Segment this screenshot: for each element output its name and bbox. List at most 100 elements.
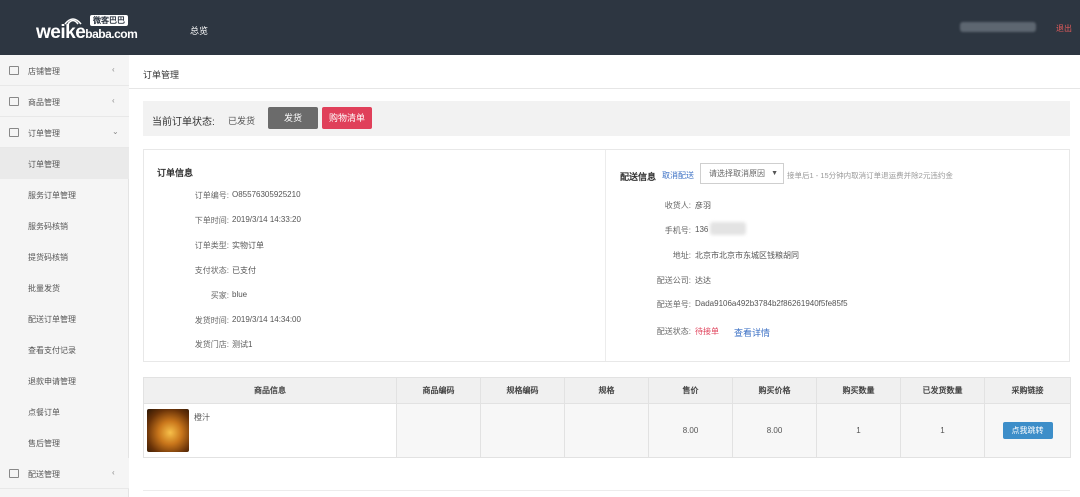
delivery-info-value: 136: [695, 225, 709, 234]
cancel-delivery-link[interactable]: 取消配送: [662, 170, 694, 181]
sidebar-item[interactable]: 售后管理: [0, 427, 129, 458]
caret-down-icon: ▼: [771, 170, 778, 177]
sidebar-item-label: 批量发货: [28, 284, 60, 293]
delivery-info-value: 北京市北京市东城区钱粮胡同: [695, 251, 799, 260]
order-info-key: 发货时间:: [194, 316, 229, 325]
delivery-info-value: 待接单: [695, 327, 719, 336]
jump-button[interactable]: 点我跳转: [1002, 422, 1053, 439]
order-info-value: blue: [232, 290, 248, 299]
page-title: 订单管理: [143, 70, 180, 80]
store-icon: [9, 66, 19, 75]
order-info-value: O85576305925210: [232, 190, 301, 199]
delivery-info-key: 配送公司:: [656, 276, 691, 285]
sidebar-item-label: 售后管理: [28, 439, 60, 448]
user-name-blurred: [960, 22, 1036, 32]
delivery-info-key: 收货人:: [664, 201, 691, 210]
column-header: 商品编码: [396, 377, 481, 404]
delivery-info-heading: 配送信息: [620, 172, 657, 182]
cancel-reason-select[interactable]: 请选择取消原因 ▼: [700, 163, 784, 184]
sidebar-item[interactable]: 查看支付记录: [0, 334, 129, 365]
sidebar-item-label: 订单管理: [28, 129, 60, 138]
order-info-value: 实物订单: [232, 241, 264, 250]
order-info-key: 订单类型:: [194, 241, 229, 250]
delivery-info-key: 配送状态:: [656, 327, 691, 336]
table-cell-spec-code: [480, 403, 565, 458]
cancel-hint: 接单后1 - 15分钟内取消订单退运费并除2元违约金: [787, 171, 953, 180]
cancel-reason-placeholder: 请选择取消原因: [709, 169, 765, 178]
delivery-info-key: 手机号:: [664, 226, 691, 235]
sidebar-item[interactable]: 商品管理 ‹: [0, 86, 129, 117]
sidebar-item[interactable]: 订单管理: [0, 148, 129, 179]
sidebar-item[interactable]: 退款申请管理: [0, 365, 129, 396]
divider: [143, 490, 1070, 491]
delivery-info-key: 配送单号:: [656, 300, 691, 309]
table-cell-price: 8.00: [648, 403, 733, 458]
delivery-icon: [9, 469, 19, 478]
column-header: 规格编码: [480, 377, 565, 404]
table-cell-code: [396, 403, 481, 458]
logo[interactable]: 微客巴巴 weikebaba.com: [36, 12, 146, 44]
table-cell-shipped: 1: [900, 403, 985, 458]
column-header: 采购链接: [984, 377, 1071, 404]
order-info-key: 发货门店:: [194, 340, 229, 349]
delivery-info-key: 地址:: [672, 251, 691, 260]
sidebar-item[interactable]: 订单管理 ⌄: [0, 117, 129, 148]
view-details-link[interactable]: 查看详情: [734, 326, 770, 339]
sidebar-item[interactable]: 点餐订单: [0, 396, 129, 427]
logo-text: weikebaba.com: [36, 22, 138, 43]
divider: [605, 150, 606, 361]
order-info-value: 2019/3/14 14:34:00: [232, 315, 301, 324]
ship-button[interactable]: 发货: [268, 107, 318, 129]
delivery-info-value: 达达: [695, 276, 711, 285]
delivery-info-value: 彦羽: [695, 201, 711, 210]
top-bar: 微客巴巴 weikebaba.com 总览 退出: [0, 0, 1080, 55]
product-cell: 橙汁: [143, 403, 397, 458]
order-info-key: 支付状态:: [194, 266, 229, 275]
order-info-heading: 订单信息: [157, 168, 194, 178]
sidebar-item[interactable]: 配送订单管理: [0, 303, 129, 334]
table-row: 橙汁 8.00 8.00 1 1 点我跳转: [143, 403, 1071, 458]
sidebar-item[interactable]: 提货码核销: [0, 241, 129, 272]
order-info-key: 买家:: [210, 291, 229, 300]
sidebar-item-label: 退款申请管理: [28, 377, 76, 386]
order-info-value: 已支付: [232, 266, 256, 275]
sidebar: 店铺管理 ‹ 商品管理 ‹ 订单管理 ⌄ 订单管理服务订单管理服务码核销提货码核销批量发货配…: [0, 55, 129, 497]
sidebar-item[interactable]: 店铺管理 ‹: [0, 55, 129, 86]
column-header: 售价: [648, 377, 733, 404]
column-header: 已发货数量: [900, 377, 985, 404]
product-thumbnail: [147, 409, 189, 452]
order-info-key: 订单编号:: [194, 191, 229, 200]
column-header: 购买价格: [732, 377, 817, 404]
order-icon: [9, 128, 19, 137]
sidebar-item-label: 配送订单管理: [28, 315, 76, 324]
table-cell-buy-price: 8.00: [732, 403, 817, 458]
sidebar-item-label: 提货码核销: [28, 253, 68, 262]
sidebar-item-label: 订单管理: [28, 160, 60, 169]
sidebar-item-label: 查看支付记录: [28, 346, 76, 355]
divider: [129, 88, 1080, 89]
sidebar-item-label: 商品管理: [28, 98, 60, 107]
status-label: 当前订单状态:: [152, 117, 215, 128]
nav-overview[interactable]: 总览: [190, 24, 208, 37]
delivery-info-value: Dada9106a492b3784b2f86261940f5fe85f5: [695, 299, 848, 308]
column-header: 商品信息: [143, 377, 397, 404]
chevron-left-icon: ‹: [112, 96, 115, 105]
sidebar-item-label: 点餐订单: [28, 408, 60, 417]
sidebar-item[interactable]: 服务订单管理: [0, 179, 129, 210]
sidebar-item[interactable]: 配送管理 ‹: [0, 458, 129, 489]
table-cell-qty: 1: [816, 403, 901, 458]
chevron-left-icon: ‹: [112, 65, 115, 74]
shopping-list-button[interactable]: 购物清单: [322, 107, 372, 129]
goods-icon: [9, 97, 19, 106]
sidebar-item-label: 店铺管理: [28, 67, 60, 76]
table-cell-spec: [564, 403, 649, 458]
sidebar-item-label: 服务码核销: [28, 222, 68, 231]
logout-link[interactable]: 退出: [1056, 23, 1072, 34]
chevron-down-icon: ⌄: [112, 127, 119, 136]
sidebar-item[interactable]: 服务码核销: [0, 210, 129, 241]
purchase-link-cell: 点我跳转: [984, 403, 1071, 458]
phone-blurred: [710, 222, 746, 235]
sidebar-item[interactable]: 批量发货: [0, 272, 129, 303]
status-value: 已发货: [228, 116, 256, 126]
order-info-key: 下单时间:: [194, 216, 229, 225]
